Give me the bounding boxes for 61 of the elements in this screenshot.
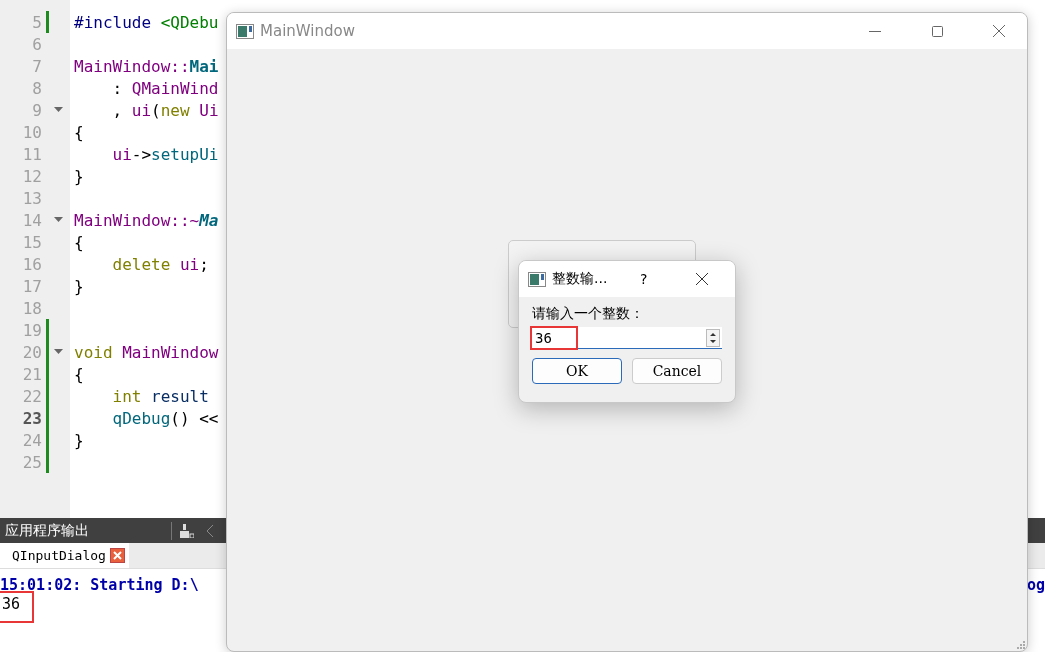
line-number: 5: [31, 12, 42, 32]
line-number: 17: [21, 276, 42, 296]
code-line: MainWindow::~Ma: [74, 210, 219, 230]
code-line: , ui(new Ui: [111, 100, 219, 120]
code-line: {: [74, 364, 84, 384]
close-icon[interactable]: [993, 25, 1005, 37]
line-number: 25: [21, 452, 42, 472]
line-number: 23: [21, 408, 42, 428]
output-tab[interactable]: QInputDialog: [0, 543, 129, 568]
line-number: 13: [21, 188, 42, 208]
code-line: : QMainWind: [111, 78, 219, 98]
output-text: og: [1026, 576, 1045, 594]
line-number: 8: [31, 78, 42, 98]
code-line: int result: [111, 386, 209, 406]
code-line: delete ui;: [111, 254, 209, 274]
line-number: 18: [21, 298, 42, 318]
code-line: void MainWindow: [74, 342, 219, 362]
window-title: MainWindow: [260, 22, 356, 40]
line-number: 10: [21, 122, 42, 142]
line-number: 7: [31, 56, 42, 76]
dialog-button[interactable]: Cancel: [632, 358, 722, 384]
prompt-label: 请输入一个整数：: [532, 305, 645, 323]
code-line: }: [74, 276, 84, 296]
line-number: 6: [31, 34, 42, 54]
code-line: qDebug() <<: [111, 408, 219, 428]
broom-icon[interactable]: [180, 523, 194, 538]
spin-arrows-icon[interactable]: [706, 328, 720, 347]
line-number: 19: [21, 320, 42, 340]
line-number: 14: [21, 210, 42, 230]
number-spinbox[interactable]: 36: [532, 327, 722, 349]
line-number: 21: [21, 364, 42, 384]
line-number: 22: [21, 386, 42, 406]
code-line: #include <QDebu: [74, 12, 219, 32]
output-text: 15:01:02: Starting D:\: [0, 576, 199, 594]
code-line: }: [74, 166, 84, 186]
fold-arrow-icon[interactable]: [54, 217, 63, 223]
help-button[interactable]: ?: [640, 271, 690, 287]
app-icon: [528, 271, 546, 287]
output-text: 36: [0, 593, 33, 621]
code-line: }: [74, 430, 84, 450]
line-number: 24: [21, 430, 42, 450]
fold-arrow-icon[interactable]: [54, 349, 63, 355]
line-number: 11: [21, 144, 42, 164]
dialog-title: 整数输...: [552, 270, 609, 288]
fold-arrow-icon[interactable]: [54, 107, 63, 113]
code-line: ui->setupUi: [111, 144, 219, 164]
line-number: 9: [31, 100, 42, 120]
line-number: 15: [21, 232, 42, 252]
maximize-icon[interactable]: [931, 25, 943, 37]
line-number: 12: [21, 166, 42, 186]
resize-grip-icon[interactable]: [1017, 641, 1025, 649]
line-number: 16: [21, 254, 42, 274]
panel-title: 应用程序输出: [4, 521, 90, 540]
close-icon[interactable]: [696, 273, 708, 285]
app-icon: [236, 23, 254, 39]
code-line: {: [74, 122, 84, 142]
minimize-icon[interactable]: [869, 30, 881, 32]
code-line: MainWindow::Mai: [74, 56, 219, 76]
code-line: {: [74, 232, 84, 252]
dialog-button[interactable]: OK: [532, 358, 622, 384]
line-number: 20: [21, 342, 42, 362]
